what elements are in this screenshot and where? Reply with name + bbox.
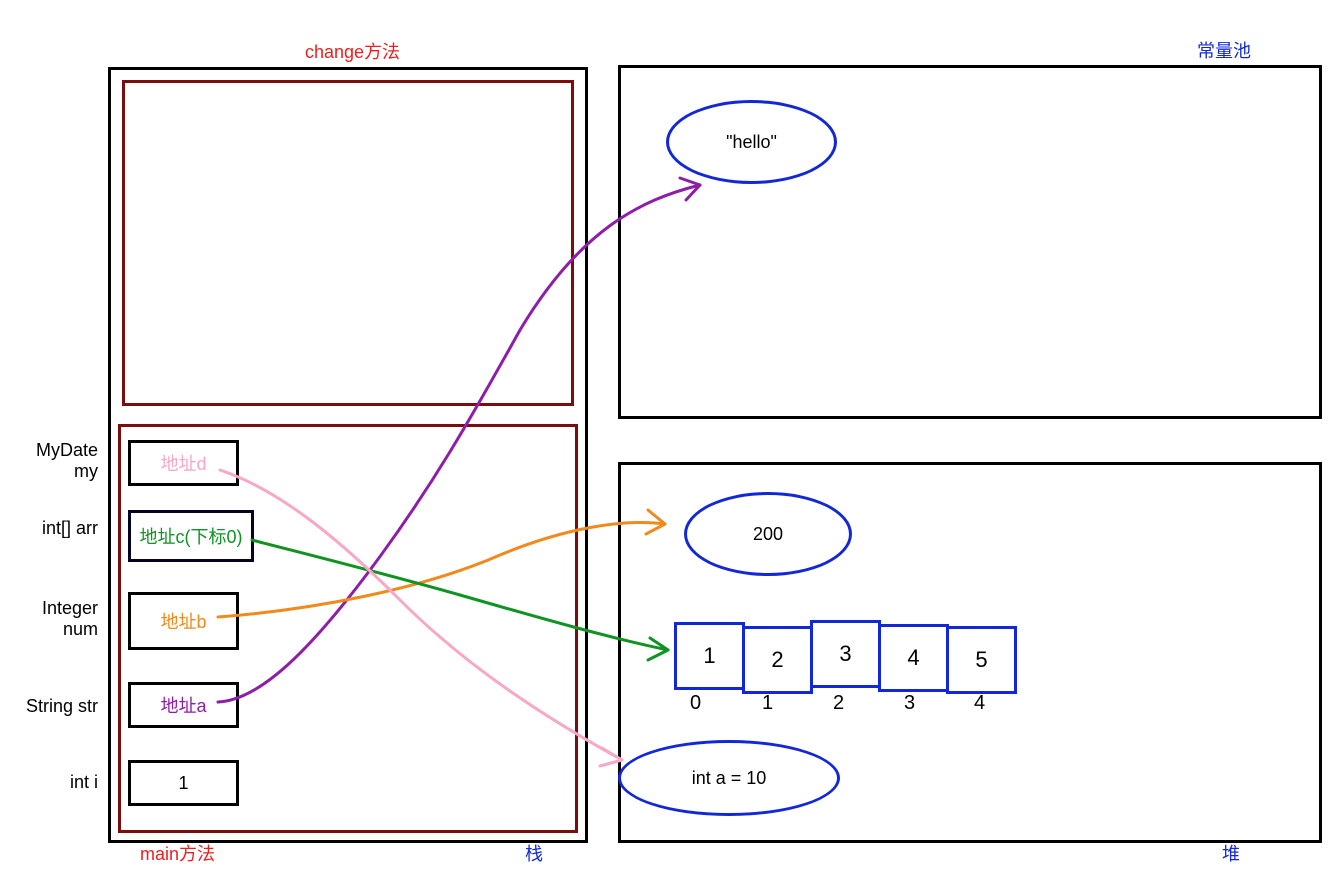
var-box-inti-text: 1 [178, 773, 188, 794]
var-box-inti: 1 [128, 760, 239, 806]
stack-label: 栈 [525, 840, 543, 866]
array-cell-4-val: 5 [975, 647, 987, 673]
var-box-string: 地址a [128, 682, 239, 728]
array-idx-4: 4 [974, 692, 985, 715]
array-cell-4: 5 [946, 626, 1017, 694]
array-idx-2: 2 [833, 692, 844, 715]
array-cell-0-val: 1 [703, 643, 715, 669]
var-box-intarr-text: 地址c(下标0) [140, 523, 243, 549]
var-label-string: String str [8, 696, 98, 717]
array-cell-2-val: 3 [839, 641, 851, 667]
var-box-intarr: 地址c(下标0) [128, 510, 254, 562]
main-method-label: main方法 [140, 840, 215, 866]
var-box-integer: 地址b [128, 592, 239, 650]
var-box-string-text: 地址a [160, 692, 206, 718]
var-label-integer: Integer num [8, 598, 98, 640]
ellipse-inta-text: int a = 10 [692, 768, 767, 789]
const-pool-label: 常量池 [1197, 37, 1251, 63]
var-label-mydate: MyDate my [8, 440, 98, 482]
array-idx-0: 0 [690, 692, 701, 715]
var-label-intarr: int[] arr [8, 518, 98, 539]
array-cell-3-val: 4 [907, 645, 919, 671]
var-label-integer-line2: num [8, 619, 98, 640]
var-label-inti: int i [8, 772, 98, 793]
var-box-integer-text: 地址b [160, 608, 206, 634]
heap-label: 堆 [1222, 840, 1240, 866]
var-label-integer-line1: Integer [8, 598, 98, 619]
ellipse-hello: "hello" [666, 100, 837, 184]
array-cell-1-val: 2 [771, 647, 783, 673]
array-cell-2: 3 [810, 620, 881, 688]
ellipse-200-text: 200 [753, 524, 783, 545]
array-cell-3: 4 [878, 624, 949, 692]
var-label-mydate-line1: MyDate [8, 440, 98, 461]
ellipse-inta: int a = 10 [618, 740, 840, 816]
change-method-frame [122, 80, 574, 406]
ellipse-hello-text: "hello" [726, 132, 777, 153]
ellipse-200: 200 [684, 492, 852, 576]
change-method-label: change方法 [305, 38, 400, 64]
var-box-mydate-text: 地址d [160, 450, 206, 476]
array-cell-0: 1 [674, 622, 745, 690]
array-cell-1: 2 [742, 626, 813, 694]
var-label-mydate-line2: my [8, 461, 98, 482]
array-idx-1: 1 [762, 692, 773, 715]
array-idx-3: 3 [904, 692, 915, 715]
var-box-mydate: 地址d [128, 440, 239, 486]
